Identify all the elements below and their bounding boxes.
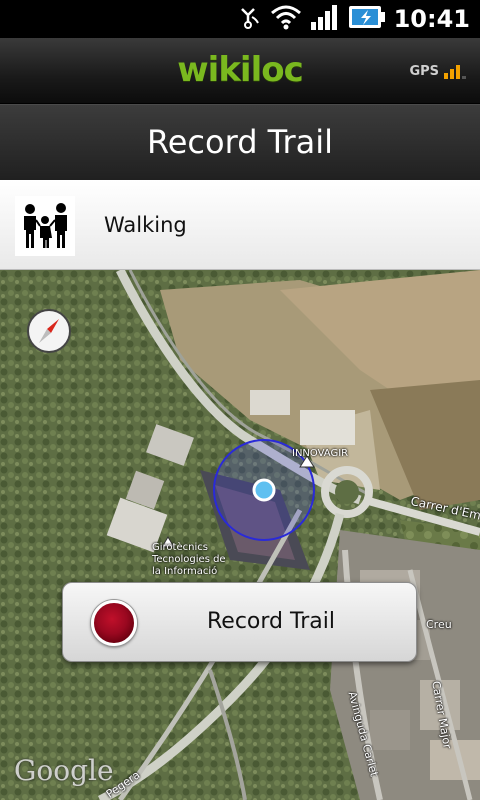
gps-bar [462,76,466,79]
map-view[interactable]: INNOVAGIR Carrer d'Emil Girotècnics Tecn… [0,270,480,800]
map-label-girotecnics-2: Tecnologies de [152,554,226,565]
app-header: wikiloc GPS [0,38,480,104]
gps-indicator: GPS [409,64,466,79]
title-bar: Record Trail [0,104,480,180]
satellite-map-image [0,270,480,800]
record-trail-label: Record Trail [207,609,335,634]
gps-label: GPS [409,64,439,79]
usb-debug-icon [234,3,262,35]
page-title: Record Trail [146,123,334,161]
map-label-girotecnics: Girotècnics [152,542,208,553]
map-label-girotecnics-3: la Informació [152,566,218,577]
compass-icon[interactable] [26,308,72,354]
gps-bar [456,65,460,79]
family-walking-icon [15,196,75,256]
google-attribution: Google [14,754,114,787]
wifi-icon [270,3,302,35]
status-icons: 10:41 [234,4,470,34]
map-label-creu: Creu [426,618,452,631]
gps-bar [444,73,448,79]
record-trail-button[interactable]: Record Trail [62,582,417,662]
activity-selector[interactable]: Walking [0,180,480,270]
status-bar: 10:41 [0,0,480,38]
wikiloc-logo: wikiloc [177,50,304,90]
record-icon [91,600,137,646]
signal-icon [310,4,340,34]
battery-charging-icon [348,4,386,34]
activity-label: Walking [104,213,187,237]
gps-bar [450,69,454,79]
map-label-innovagir: INNOVAGIR [292,448,349,459]
status-time: 10:41 [393,5,470,33]
